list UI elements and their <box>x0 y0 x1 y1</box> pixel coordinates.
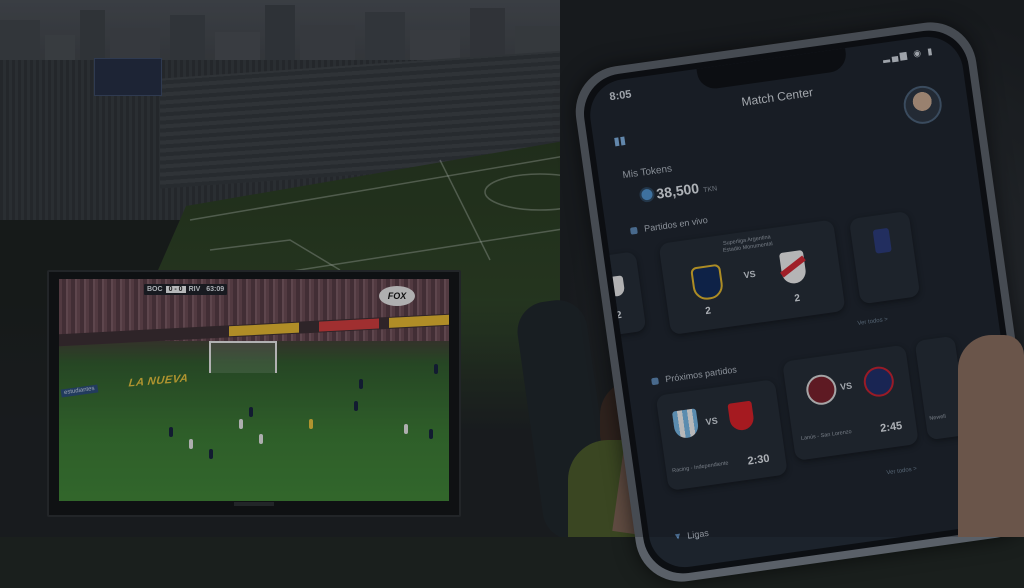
tokens-label: Mis Tokens <box>621 163 673 182</box>
tv-score-bug: BOC 0 - 0 RIV 63:09 <box>144 284 228 295</box>
hand-right <box>958 335 1024 537</box>
boca-crest <box>690 263 725 302</box>
live-see-all-link[interactable]: Ver todos > <box>857 317 888 327</box>
upcoming-2-time: 2:45 <box>879 419 904 435</box>
left-card-score: 2 <box>615 309 623 322</box>
tv-sponsor-text: estudiantes <box>60 384 99 398</box>
upcoming-2-label: Lanús - San Lorenzo <box>800 428 853 442</box>
status-icons: ▂▄▆ ◉ ▮ <box>882 45 935 63</box>
stats-icon[interactable]: ▮▮ <box>613 134 627 149</box>
river-plate-crest <box>778 249 808 285</box>
tv-player <box>354 401 358 411</box>
tv-ad-red <box>319 318 379 332</box>
upcoming-section-title: Próximos partidos <box>664 364 738 385</box>
tv-player <box>239 419 243 429</box>
tv-away-team: RIV <box>188 286 201 293</box>
upcoming-1-time: 2:30 <box>746 452 771 468</box>
ligas-section-title[interactable]: Ligas <box>687 528 710 541</box>
featured-away-score: 2 <box>793 292 801 305</box>
featured-vs: VS <box>742 268 757 281</box>
upcoming-section-icon <box>651 377 660 386</box>
live-match-card-featured[interactable]: Superliga Argentina Estadio Monumental V… <box>658 219 846 336</box>
upcoming-match-card-2[interactable]: VS Lanús - San Lorenzo 2:45 <box>782 344 919 461</box>
tv-player <box>249 407 253 417</box>
featured-home-score: 2 <box>704 305 712 318</box>
tv-home-team: BOC <box>147 286 163 293</box>
upcoming-partial-label: Newell <box>929 413 947 422</box>
tv-player <box>434 364 438 374</box>
upcoming-match-card-1[interactable]: VS Racing - Independiente 2:30 <box>655 379 788 491</box>
tv-ad-yellow-2 <box>389 314 449 328</box>
tv-player <box>359 379 363 389</box>
live-match-card-right[interactable] <box>848 210 921 305</box>
tv-player <box>259 434 263 444</box>
tv-player <box>169 427 173 437</box>
tv-player <box>404 424 408 434</box>
tv-player <box>209 449 213 459</box>
tv-referee <box>309 419 313 429</box>
upcoming-1-vs: VS <box>705 415 719 428</box>
tv-player <box>429 429 433 439</box>
tv-stand <box>234 502 274 506</box>
token-coin-icon <box>640 188 654 201</box>
status-time: 8:05 <box>608 88 633 104</box>
tokens-unit: TKN <box>702 185 718 195</box>
television: BOC 0 - 0 RIV 63:09 FOX LA NUEVA estudia… <box>47 270 461 517</box>
racing-crest <box>671 408 700 440</box>
upcoming-1-label: Racing - Independiente <box>671 460 729 475</box>
ligas-icon: ▼ <box>672 530 683 542</box>
live-section-title: Partidos en vivo <box>643 214 709 234</box>
user-avatar[interactable] <box>901 83 945 127</box>
tv-goal <box>209 341 277 373</box>
tv-channel-logo: FOX <box>379 286 415 306</box>
independiente-crest <box>727 400 756 432</box>
stadium-banner <box>94 58 162 96</box>
smartphone: 8:05 ▂▄▆ ◉ ▮ Match Center ▮▮ Mis Tokens … <box>569 16 1024 588</box>
tv-player <box>189 439 193 449</box>
tv-score: 0 - 0 <box>165 286 186 293</box>
tokens-value: 38,500 <box>655 179 701 202</box>
partial-team-crest <box>872 227 892 254</box>
san-lorenzo-crest <box>861 364 896 399</box>
upcoming-see-all-link[interactable]: Ver todos > <box>886 466 917 476</box>
tv-clock: 63:09 <box>206 286 225 293</box>
tokens-balance: 38,500 TKN <box>640 177 718 203</box>
upcoming-2-vs: VS <box>839 380 853 393</box>
tv-screen: BOC 0 - 0 RIV 63:09 FOX LA NUEVA estudia… <box>59 279 449 501</box>
lanus-crest <box>804 372 839 407</box>
live-section-icon <box>629 226 638 235</box>
tv-ad-board-text: LA NUEVA <box>128 372 189 390</box>
river-plate-crest <box>606 275 626 298</box>
